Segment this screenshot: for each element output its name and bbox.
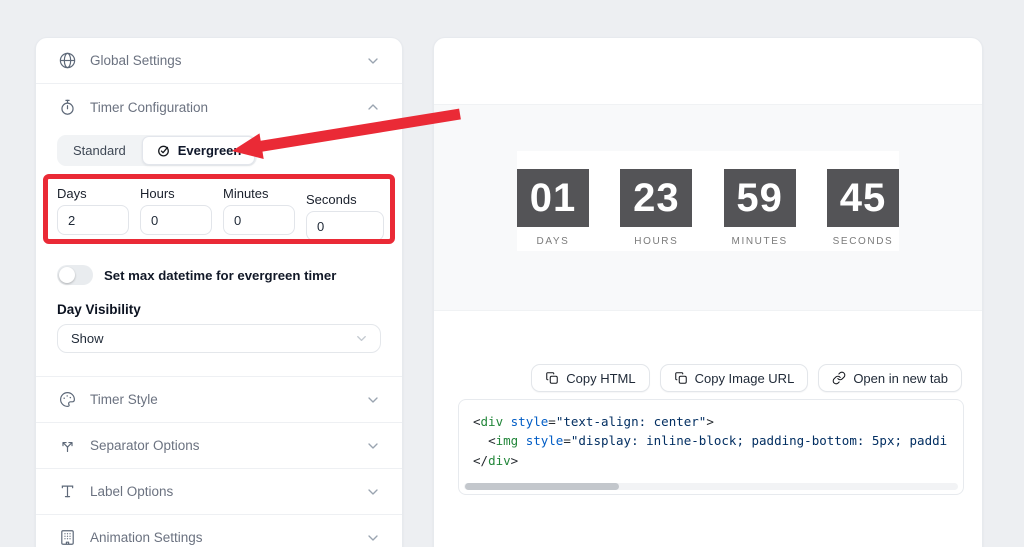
- section-label: Separator Options: [90, 438, 200, 453]
- timer-configuration-body: Standard Evergreen Days Hours: [36, 130, 402, 353]
- toggle-knob: [59, 267, 75, 283]
- section-label: Timer Style: [90, 392, 158, 407]
- copy-image-url-label: Copy Image URL: [694, 370, 795, 386]
- settings-panel: Global Settings Timer Configuration Stan…: [35, 37, 403, 547]
- minutes-unit-label: MINUTES: [731, 236, 788, 247]
- section-label: Timer Configuration: [90, 99, 209, 115]
- countdown-unit-minutes: 59 MINUTES: [723, 169, 796, 251]
- seconds-input[interactable]: [306, 211, 384, 241]
- minutes-input[interactable]: [223, 205, 295, 235]
- hours-label: Hours: [140, 186, 175, 201]
- seconds-digit: 45: [826, 169, 899, 227]
- accordion-animation-settings[interactable]: Animation Settings: [36, 514, 402, 547]
- palette-icon: [57, 390, 77, 410]
- countdown-unit-hours: 23 HOURS: [620, 169, 693, 251]
- countdown-widget: 01 DAYS 23 HOURS 59 MINUTES 45 SECONDS: [517, 151, 899, 251]
- chevron-down-icon: [354, 331, 369, 346]
- export-actions: Copy HTML Copy Image URL Open in new tab: [434, 364, 962, 392]
- link-icon: [832, 371, 846, 385]
- code-line: <div style="text-align: center">: [473, 414, 714, 429]
- days-field: Days: [57, 186, 129, 241]
- tab-standard[interactable]: Standard: [59, 137, 140, 164]
- copy-html-label: Copy HTML: [566, 370, 636, 386]
- accordion-label-options[interactable]: Label Options: [36, 468, 402, 514]
- code-line: <img style="display: inline-block; paddi…: [488, 433, 948, 449]
- seconds-field: Seconds: [306, 192, 384, 241]
- accordion-global-settings[interactable]: Global Settings: [36, 38, 402, 84]
- day-visibility-value: Show: [71, 331, 104, 346]
- days-input[interactable]: [57, 205, 129, 235]
- building-icon: [57, 528, 77, 547]
- section-label: Animation Settings: [90, 530, 203, 545]
- timer-mode-tabs: Standard Evergreen: [57, 135, 258, 166]
- chevron-down-icon: [365, 530, 381, 546]
- code-horizontal-scrollbar: [464, 483, 958, 490]
- seconds-label: Seconds: [306, 192, 357, 207]
- countdown-unit-seconds: 45 SECONDS: [826, 169, 899, 251]
- stopwatch-icon: [57, 97, 77, 117]
- preview-panel: 01 DAYS 23 HOURS 59 MINUTES 45 SECONDS C…: [433, 37, 983, 547]
- copy-icon: [545, 371, 559, 385]
- day-visibility-label: Day Visibility: [57, 302, 141, 317]
- max-datetime-toggle[interactable]: [57, 265, 93, 285]
- accordion-timer-style[interactable]: Timer Style: [36, 376, 402, 422]
- hours-field: Hours: [140, 186, 212, 241]
- day-visibility-select[interactable]: Show: [57, 324, 381, 353]
- chevron-up-icon: [365, 99, 381, 115]
- seconds-unit-label: SECONDS: [832, 236, 894, 247]
- minutes-digit: 59: [723, 169, 796, 227]
- open-in-new-tab-button[interactable]: Open in new tab: [818, 364, 962, 392]
- days-label: Days: [57, 186, 87, 201]
- scrollbar-thumb[interactable]: [465, 483, 619, 490]
- code-line: </div>: [473, 452, 519, 468]
- tab-evergreen[interactable]: Evergreen: [141, 136, 256, 165]
- accordion-separator-options[interactable]: Separator Options: [36, 422, 402, 468]
- days-digit: 01: [517, 169, 589, 227]
- hours-unit-label: HOURS: [634, 236, 679, 247]
- chevron-down-icon: [365, 392, 381, 408]
- copy-icon: [674, 371, 688, 385]
- chevron-down-icon: [365, 438, 381, 454]
- copy-html-button[interactable]: Copy HTML: [531, 364, 650, 392]
- duration-fields: Days Hours Minutes Seconds: [57, 186, 384, 241]
- copy-image-url-button[interactable]: Copy Image URL: [659, 364, 809, 392]
- max-datetime-label: Set max datetime for evergreen timer: [104, 267, 337, 283]
- max-datetime-row: Set max datetime for evergreen timer: [57, 265, 381, 285]
- check-circle-icon: [156, 143, 171, 158]
- tab-evergreen-label: Evergreen: [177, 143, 242, 158]
- hours-input[interactable]: [140, 205, 212, 235]
- chevron-down-icon: [365, 53, 381, 69]
- days-unit-label: DAYS: [536, 236, 570, 247]
- globe-icon: [57, 51, 77, 71]
- minutes-label: Minutes: [223, 186, 269, 201]
- chevron-down-icon: [365, 484, 381, 500]
- open-in-new-tab-label: Open in new tab: [853, 370, 948, 386]
- section-label: Global Settings: [90, 53, 182, 68]
- timer-builder-app: Global Settings Timer Configuration Stan…: [0, 0, 1024, 547]
- accordion-timer-configuration[interactable]: Timer Configuration: [36, 84, 402, 130]
- timer-preview-area: 01 DAYS 23 HOURS 59 MINUTES 45 SECONDS: [434, 104, 982, 311]
- embed-code-block[interactable]: <div style="text-align: center"> <img st…: [458, 399, 964, 495]
- text-icon: [57, 482, 77, 502]
- split-arrows-icon: [57, 436, 77, 456]
- hours-digit: 23: [620, 169, 693, 227]
- minutes-field: Minutes: [223, 186, 295, 241]
- countdown-unit-days: 01 DAYS: [517, 169, 589, 251]
- section-label: Label Options: [90, 484, 174, 499]
